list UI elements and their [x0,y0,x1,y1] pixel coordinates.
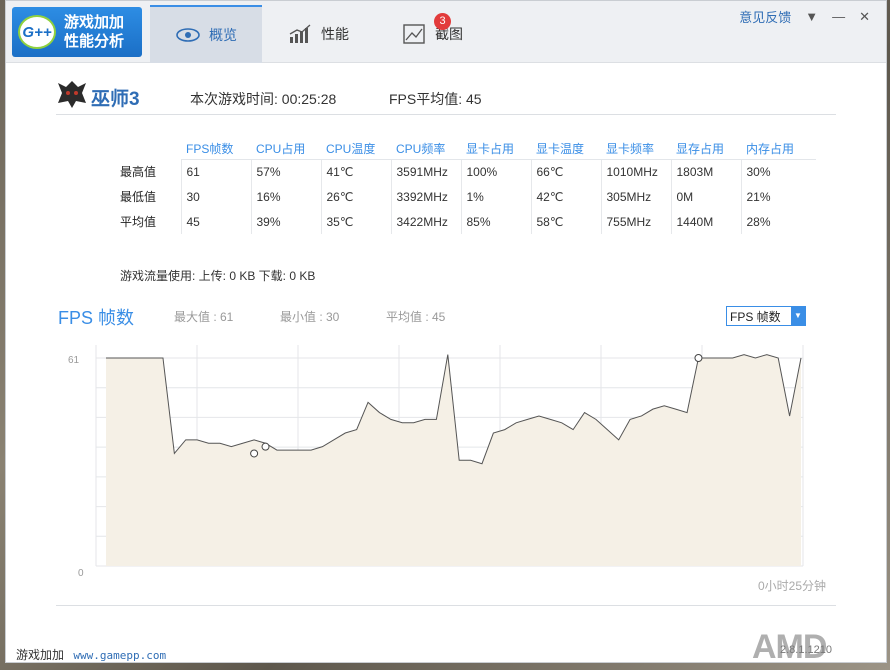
window-controls: 意见反馈 ▼ — ✕ [739,7,870,26]
stats-cell: 3392MHz [390,184,461,209]
footer-brand: 游戏加加 [16,648,65,662]
eye-icon [175,25,201,45]
stats-cell: 26℃ [320,184,391,209]
stats-cell: 39% [250,209,321,234]
stats-row: 最低值 30 16% 26℃ 3392MHz 1% 42℃ 305MHz 0M 21% [106,184,816,209]
play-time: 本次游戏时间: 00:25:28 [190,91,337,107]
tab-overview[interactable]: 概览 [150,5,262,63]
stats-cell: 21% [740,184,816,209]
stats-header-cell: CPU占用 [251,139,321,160]
stats-cell: 58℃ [530,209,601,234]
footer-url[interactable]: www.gamepp.com [73,649,166,662]
fps-max: 最大值 : 61 [174,310,234,324]
stats-cell: 28% [740,209,816,234]
title-bar: G++ 游戏加加 性能分析 概览 性能 截图 3 意见反馈 ▼ — ✕ [6,1,886,63]
app-logo: G++ 游戏加加 性能分析 [12,7,142,57]
bar-chart-icon [287,24,313,44]
stats-row-label: 最高值 [120,165,157,179]
app-window: G++ 游戏加加 性能分析 概览 性能 截图 3 意见反馈 ▼ — ✕ 巫师3 … [5,0,887,663]
stats-cell: 30% [740,159,816,184]
tab-label: 性能 [321,26,349,42]
stats-cell: 3591MHz [390,159,461,184]
stats-header-cell: 显卡占用 [461,139,531,160]
stats-header-cell: 显卡温度 [531,139,601,160]
stats-table: FPS帧数 CPU占用 CPU温度 CPU频率 显卡占用 显卡温度 显卡频率 显存占用 内存占用… [106,139,816,234]
stats-cell: 100% [460,159,531,184]
stats-cell: 57% [250,159,321,184]
stats-row-label: 平均值 [120,215,157,229]
chevron-down-icon: ▼ [791,307,805,325]
stats-header-cell: CPU温度 [321,139,391,160]
logo-line1: 游戏加加 [64,14,125,31]
stats-row: 最高值 61 57% 41℃ 3591MHz 100% 66℃ 1010MHz 1803M 30% [106,159,816,184]
stats-cell: 1440M [670,209,741,234]
minimize-icon[interactable]: — [832,9,845,24]
image-icon [401,24,427,44]
divider [56,605,836,606]
stats-header-cell: 内存占用 [741,139,816,160]
witcher-wolf-icon [58,81,86,108]
stats-cell: 61 [180,159,251,184]
stats-cell: 35℃ [320,209,391,234]
tab-screenshots[interactable]: 截图 3 [376,5,488,63]
metric-select[interactable]: FPS 帧数 ▼ [726,306,806,326]
game-header: 巫师3 本次游戏时间: 00:25:28 FPS平均值: 45 [56,79,836,115]
stats-header-cell: 显存占用 [671,139,741,160]
logo-badge: G++ [18,15,56,49]
stats-cell: 41℃ [320,159,391,184]
fps-chart: 61 0 [68,345,804,579]
fps-avg: 平均值 : 45 [386,310,446,324]
stats-cell: 1803M [670,159,741,184]
stats-cell: 30 [180,184,251,209]
screenshot-count-badge: 3 [434,13,451,30]
y-tick-label: 0 [78,568,84,579]
logo-text: 游戏加加 性能分析 [64,13,124,51]
fps-marker [261,442,270,451]
footer: 游戏加加 www.gamepp.com [16,646,166,663]
stats-cell: 45 [180,209,251,234]
feedback-link[interactable]: 意见反馈 [739,7,791,26]
stats-cell: 305MHz [600,184,671,209]
fps-marker [694,354,703,362]
time-axis-label: 0小时25分钟 [758,579,827,593]
stats-cell: 0M [670,184,741,209]
stats-row: 平均值 45 39% 35℃ 3422MHz 85% 58℃ 755MHz 1440M 28% [106,209,816,234]
version-label: 2.8.1.1210 [780,644,832,656]
stats-cell: 3422MHz [390,209,461,234]
stats-cell: 16% [250,184,321,209]
stats-header-cell: 显卡频率 [601,139,671,160]
close-icon[interactable]: ✕ [859,9,870,25]
stats-row-label: 最低值 [120,190,157,204]
stats-header-cell: CPU频率 [391,139,461,160]
tab-performance[interactable]: 性能 [262,5,374,63]
game-name: 巫师3 [91,89,140,110]
stats-cell: 1% [460,184,531,209]
fps-panel-title: FPS 帧数 [58,308,135,328]
fps-average: FPS平均值: 45 [389,91,482,107]
stats-header-row: FPS帧数 CPU占用 CPU温度 CPU频率 显卡占用 显卡温度 显卡频率 显存占用 内存占用 [106,139,816,160]
stats-header-cell: FPS帧数 [181,139,251,160]
chevron-down-icon[interactable]: ▼ [805,9,818,24]
stats-body: 最高值 61 57% 41℃ 3591MHz 100% 66℃ 1010MHz 1803M 30%… [106,159,816,234]
tab-label: 概览 [209,27,237,43]
fps-min: 最小值 : 30 [280,310,340,324]
metric-select-value: FPS 帧数 [730,309,781,324]
traffic-usage: 游戏流量使用: 上传: 0 KB 下载: 0 KB [120,269,316,283]
stats-cell: 85% [460,209,531,234]
header-blank [106,139,181,159]
logo-line2: 性能分析 [64,33,125,50]
y-tick-label: 61 [68,355,80,366]
stats-cell: 42℃ [530,184,601,209]
stats-cell: 1010MHz [600,159,671,184]
fps-marker [250,449,259,458]
stats-cell: 66℃ [530,159,601,184]
stats-cell: 755MHz [600,209,671,234]
